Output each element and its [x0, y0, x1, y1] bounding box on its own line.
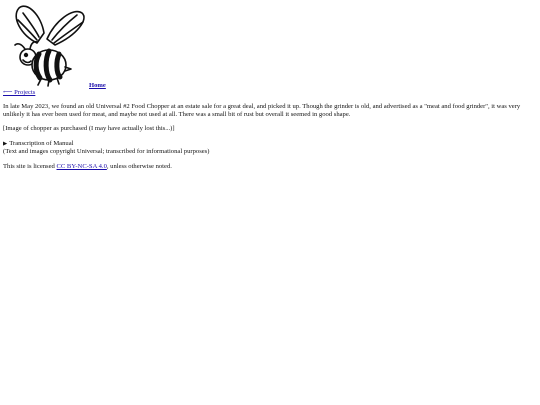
image-placeholder-text: [Image of chopper as purchased (I may ha… — [3, 125, 175, 133]
bee-logo-icon[interactable] — [7, 3, 87, 87]
transcription-summary-label: Transcription of Manual — [9, 139, 74, 147]
license-prefix: This site is licensed — [3, 162, 57, 170]
article-content: In late May 2023, we found an old Univer… — [3, 103, 535, 178]
license-suffix: , unless otherwise noted. — [106, 162, 172, 170]
copyright-note: (Text and images copyright Universal; tr… — [3, 148, 210, 156]
license-link[interactable]: CC BY-NC-SA 4.0 — [56, 163, 106, 170]
disclosure-triangle-icon: ▶ — [3, 140, 8, 147]
intro-paragraph: In late May 2023, we found an old Univer… — [3, 103, 521, 118]
home-link[interactable]: Home — [89, 82, 106, 90]
page: Home ⟵ Projects In late May 2023, we fou… — [0, 0, 540, 405]
transcription-details: ▶ Transcription of Manual (Text and image… — [3, 140, 535, 156]
transcription-summary[interactable]: ▶ Transcription of Manual — [3, 140, 535, 149]
back-to-projects-link[interactable]: ⟵ Projects — [3, 89, 35, 97]
license-notice: This site is licensed CC BY-NC-SA 4.0, u… — [3, 163, 535, 171]
